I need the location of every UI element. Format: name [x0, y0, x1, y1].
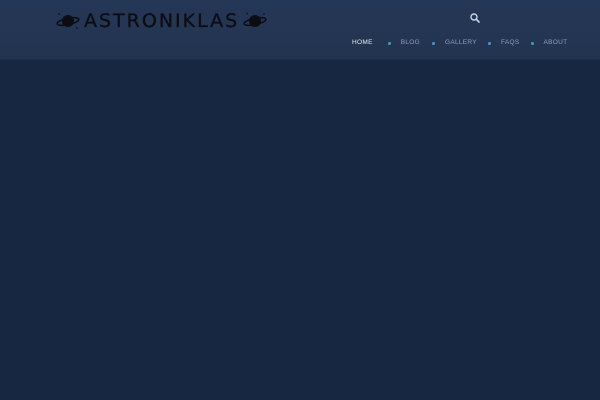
nav-item-gallery[interactable]: GALLERY	[445, 36, 477, 50]
site-header: ASTRONIKLAS HOME BLOG GALLERY FAQS ABOUT	[0, 0, 600, 60]
nav-item-blog[interactable]: BLOG	[401, 36, 420, 50]
main-content	[0, 61, 600, 400]
dot-icon	[387, 41, 391, 45]
nav-item-home[interactable]: HOME	[352, 36, 373, 50]
logo-text: ASTRONIKLAS	[84, 10, 240, 32]
dot-icon	[487, 41, 491, 45]
site-logo[interactable]: ASTRONIKLAS	[56, 9, 267, 33]
nav-item-faqs[interactable]: FAQS	[501, 36, 520, 50]
saturn-icon	[243, 12, 267, 27]
dot-icon	[431, 41, 435, 45]
main-navigation: HOME BLOG GALLERY FAQS ABOUT	[352, 36, 567, 50]
search-icon[interactable]	[469, 12, 481, 24]
saturn-icon	[56, 13, 80, 29]
dot-icon	[530, 41, 534, 45]
nav-item-about[interactable]: ABOUT	[544, 36, 568, 50]
